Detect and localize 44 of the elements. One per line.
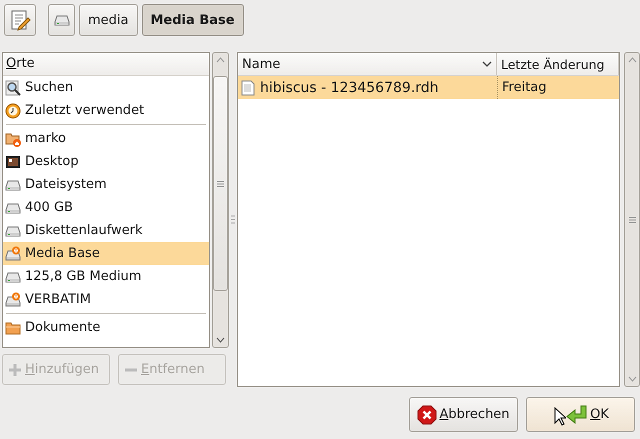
column-header[interactable]: Name [238,53,497,75]
place-item[interactable]: marko [3,127,209,150]
cancel-button[interactable]: Abbrechen [409,397,518,432]
column-header[interactable]: Orte [3,53,209,76]
scrollbar[interactable] [624,52,640,387]
folder-icon [5,320,21,336]
scrollbar[interactable] [212,52,229,348]
scroll-up-icon [216,56,225,64]
home-folder-icon [5,130,21,146]
clock-icon [5,102,21,118]
place-item[interactable]: Suchen [3,76,209,99]
place-item[interactable]: Dokumente [3,316,209,339]
place-item[interactable]: 125,8 GB Medium [3,265,209,288]
usb-drive-icon [5,246,21,262]
note-pencil-icon [9,9,31,31]
path-button[interactable]: media [79,4,138,36]
ok-button[interactable]: OK [526,397,635,432]
scroll-up-icon [628,56,636,64]
grip-icon [217,180,224,186]
column-header[interactable]: Letzte Änderung [497,53,619,75]
place-item[interactable]: Desktop [3,150,209,173]
path-button[interactable]: Media Base [142,4,244,36]
place-item[interactable]: Dateisystem [3,173,209,196]
sort-chevron-icon [482,60,492,68]
place-item[interactable]: Diskettenlaufwerk [3,219,209,242]
path-button[interactable] [48,4,75,36]
place-item[interactable]: Media Base [3,242,209,265]
scroll-down-icon [628,375,636,383]
place-item[interactable]: Zuletzt verwendet [3,99,209,122]
place-item[interactable]: 400 GB [3,196,209,219]
desktop-icon [5,154,21,170]
mouse-pointer-icon [554,407,566,426]
grip-icon [628,216,636,222]
magnifier-icon [5,80,21,96]
place-item[interactable]: VERBATIM [3,288,209,311]
file-name[interactable]: hibiscus - 123456789.rdh [260,80,439,96]
modified-date: Freitag [502,80,547,95]
edit-location-button[interactable] [4,4,36,36]
scroll-down-icon [216,336,225,344]
document-icon [241,80,255,96]
cancel-icon [417,404,438,424]
usb-drive-icon [5,292,21,308]
plus-icon [8,362,22,376]
return-arrow-icon [566,404,588,424]
